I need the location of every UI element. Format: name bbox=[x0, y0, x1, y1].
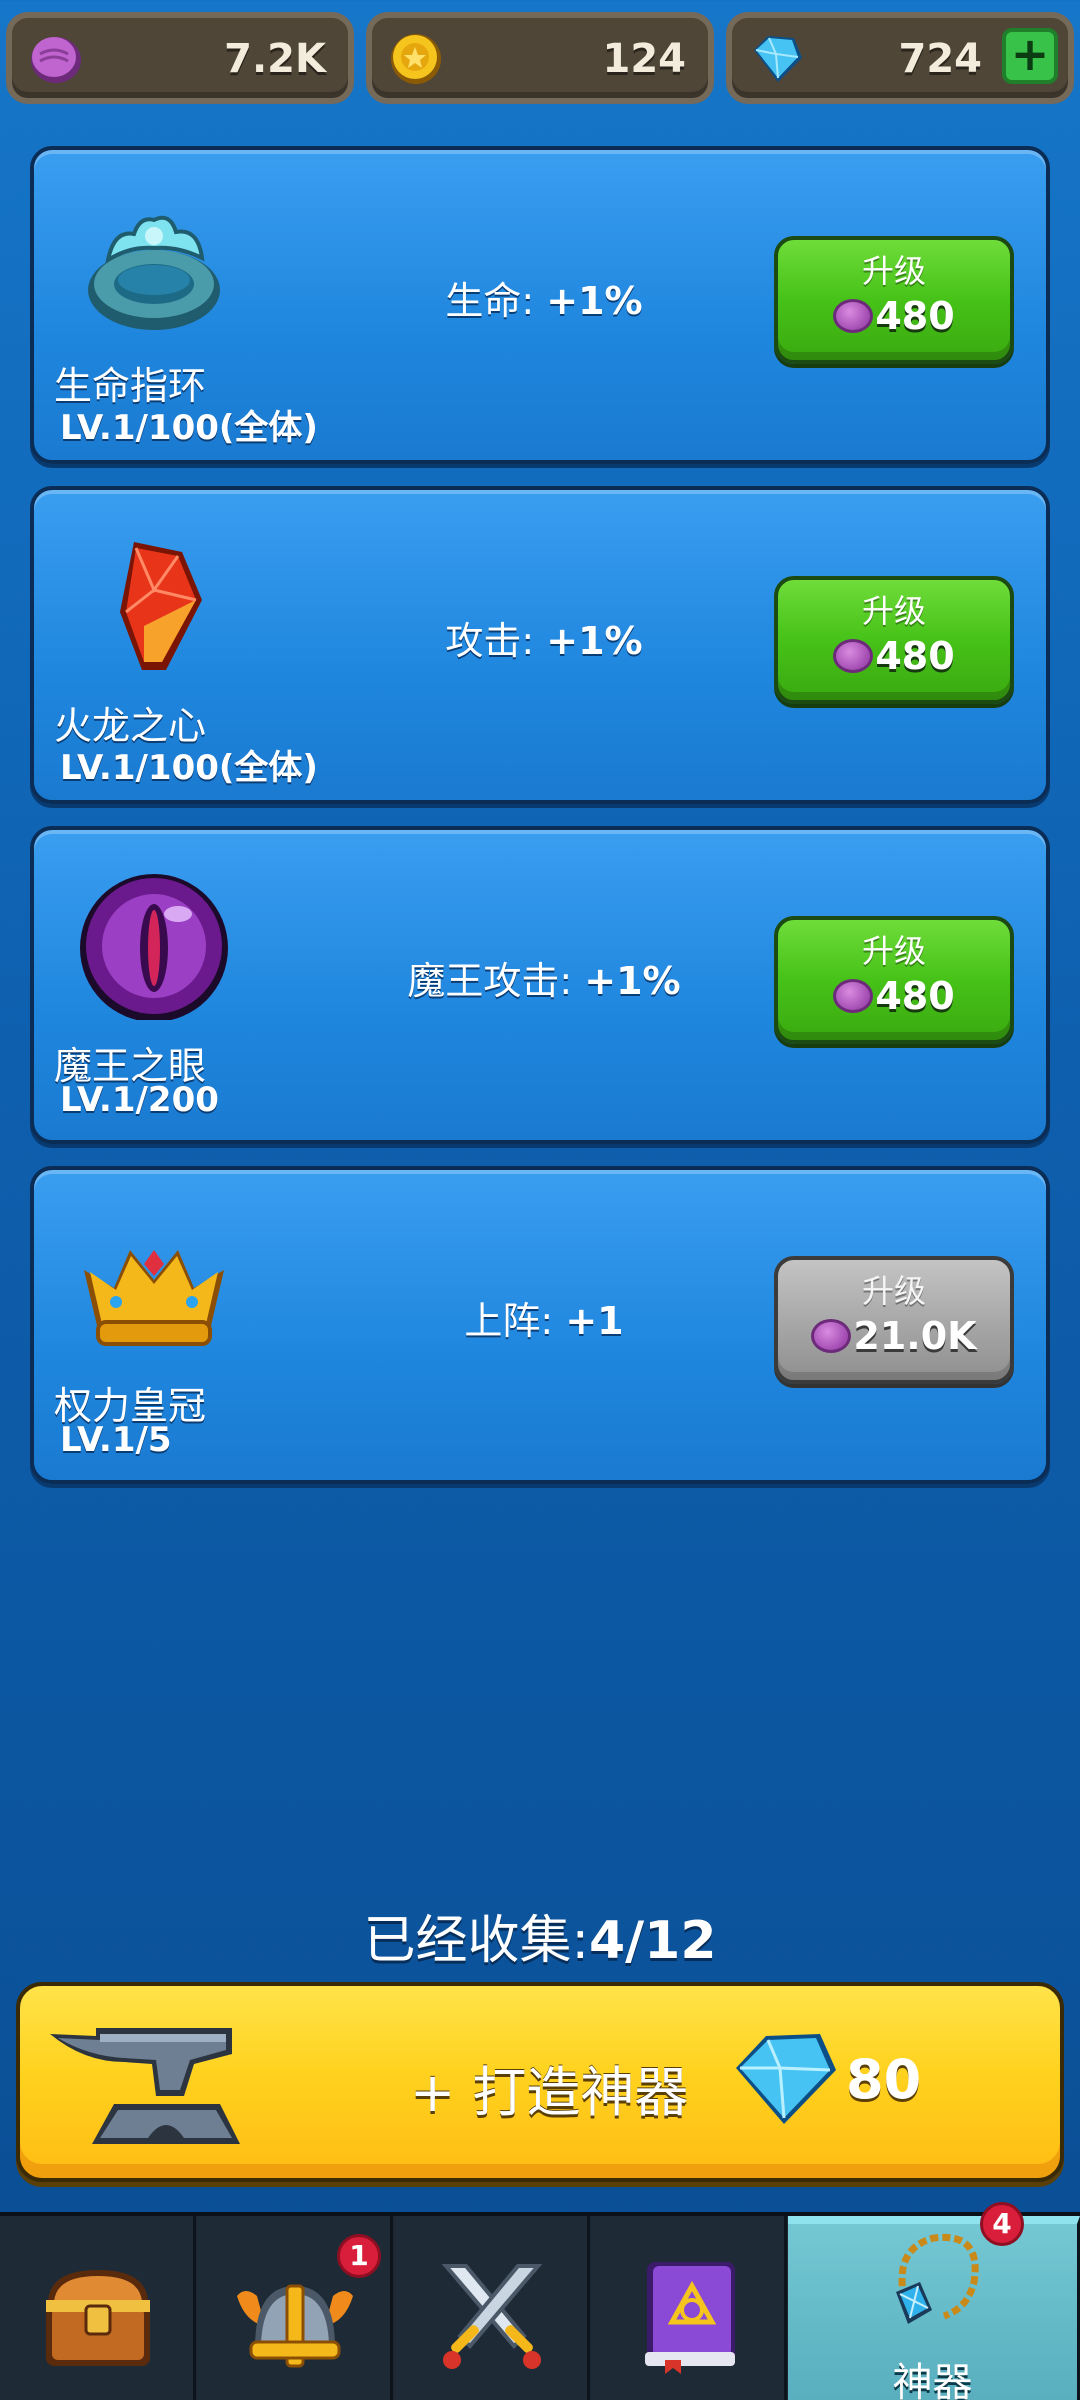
upgrade-button[interactable]: 升级 480 bbox=[774, 236, 1014, 364]
currency-bar: 7.2K 124 724 + bbox=[0, 0, 1080, 120]
tab-spellbook[interactable] bbox=[591, 2216, 787, 2400]
upgrade-cost: 21.0K bbox=[778, 1314, 1010, 1358]
collection-value: 4/12 bbox=[588, 1911, 717, 1971]
upgrade-label: 升级 bbox=[861, 592, 926, 630]
artifact-card: 魔王之眼 LV.1/200 魔王攻击: +1% 升级 480 bbox=[30, 826, 1050, 1144]
upgrade-cost: 480 bbox=[778, 974, 1010, 1018]
amulet-icon bbox=[896, 2233, 979, 2324]
purple-essence-icon bbox=[811, 1319, 852, 1353]
effect-value: +1% bbox=[546, 619, 643, 663]
tab-battle[interactable] bbox=[394, 2216, 590, 2400]
upgrade-button[interactable]: 升级 21.0K bbox=[774, 1256, 1014, 1384]
gem-value: 724 bbox=[898, 36, 983, 82]
effect-value: +1% bbox=[584, 959, 681, 1003]
cost-value: 21.0K bbox=[853, 1314, 977, 1358]
notification-badge: 1 bbox=[337, 2234, 381, 2278]
cost-value: 480 bbox=[875, 974, 955, 1018]
upgrade-button[interactable]: 升级 480 bbox=[774, 916, 1014, 1044]
artifact-level: LV.1/100(全体) bbox=[60, 408, 318, 448]
forge-artifact-button[interactable]: + 打造神器 80 bbox=[16, 1982, 1064, 2182]
artifact-effect: 生命: +1% bbox=[284, 270, 804, 325]
add-gems-button[interactable]: + bbox=[1002, 28, 1058, 84]
purple-essence-icon bbox=[833, 299, 874, 333]
crown-icon bbox=[84, 1250, 224, 1346]
effect-label: 上阵: bbox=[464, 1299, 554, 1343]
bottom-nav: 1 4 神器 bbox=[0, 2202, 1080, 2400]
effect-label: 魔王攻击: bbox=[407, 959, 573, 1003]
gold-coin-icon bbox=[391, 34, 441, 84]
gem-counter: 724 + bbox=[726, 12, 1074, 104]
effect-value: +1 bbox=[565, 1299, 624, 1343]
artifact-effect: 魔王攻击: +1% bbox=[284, 950, 804, 1005]
dragon-heart-icon bbox=[120, 542, 202, 670]
artifact-effect: 上阵: +1 bbox=[284, 1290, 804, 1345]
upgrade-label: 升级 bbox=[861, 1272, 926, 1310]
artifact-card: 生命指环 LV.1/100(全体) 生命: +1% 升级 480 bbox=[30, 146, 1050, 464]
demon-eye-icon bbox=[80, 874, 228, 1020]
cost-value: 480 bbox=[875, 634, 955, 678]
forge-label: + 打造神器 bbox=[410, 2061, 689, 2124]
effect-value: +1% bbox=[546, 279, 643, 323]
tab-treasure[interactable] bbox=[0, 2216, 196, 2400]
collection-progress: 已经收集:4/12 bbox=[0, 1898, 1080, 1973]
forge-cost: 80 bbox=[846, 2048, 922, 2111]
effect-label: 生命: bbox=[445, 279, 535, 323]
artifact-effect: 攻击: +1% bbox=[284, 610, 804, 665]
purple-essence-icon bbox=[833, 979, 874, 1013]
collection-label: 已经收集: bbox=[363, 1911, 589, 1971]
effect-label: 攻击: bbox=[445, 619, 535, 663]
upgrade-button[interactable]: 升级 480 bbox=[774, 576, 1014, 704]
anvil-icon bbox=[50, 2028, 240, 2144]
tab-artifacts[interactable]: 4 神器 bbox=[788, 2202, 1080, 2400]
crossed-swords-icon bbox=[441, 2264, 543, 2369]
blue-gem-icon bbox=[736, 2034, 836, 2124]
treasure-chest-icon bbox=[46, 2270, 150, 2366]
life-ring-icon bbox=[88, 215, 220, 330]
upgrade-label: 升级 bbox=[861, 932, 926, 970]
artifact-level: LV.1/5 bbox=[60, 1420, 172, 1460]
upgrade-cost: 480 bbox=[778, 634, 1010, 678]
artifact-level: LV.1/100(全体) bbox=[60, 748, 318, 788]
spell-book-icon bbox=[645, 2262, 735, 2374]
artifact-card: 权力皇冠 LV.1/5 上阵: +1 升级 21.0K bbox=[30, 1166, 1050, 1484]
essence-value: 7.2K bbox=[224, 36, 326, 82]
upgrade-label: 升级 bbox=[861, 252, 926, 290]
purple-essence-icon bbox=[833, 639, 874, 673]
cost-value: 480 bbox=[875, 294, 955, 338]
viking-helmet-icon bbox=[237, 2284, 353, 2368]
tab-heroes[interactable]: 1 bbox=[197, 2216, 393, 2400]
gold-value: 124 bbox=[602, 36, 687, 82]
blue-gem-icon bbox=[754, 36, 802, 82]
essence-counter: 7.2K bbox=[6, 12, 354, 104]
artifact-card: 火龙之心 LV.1/100(全体) 攻击: +1% 升级 480 bbox=[30, 486, 1050, 804]
upgrade-cost: 480 bbox=[778, 294, 1010, 338]
artifact-level: LV.1/200 bbox=[60, 1080, 219, 1120]
tab-label: 神器 bbox=[892, 2360, 973, 2400]
gold-counter: 124 bbox=[366, 12, 714, 104]
purple-essence-icon bbox=[31, 37, 81, 83]
notification-badge: 4 bbox=[980, 2202, 1024, 2246]
